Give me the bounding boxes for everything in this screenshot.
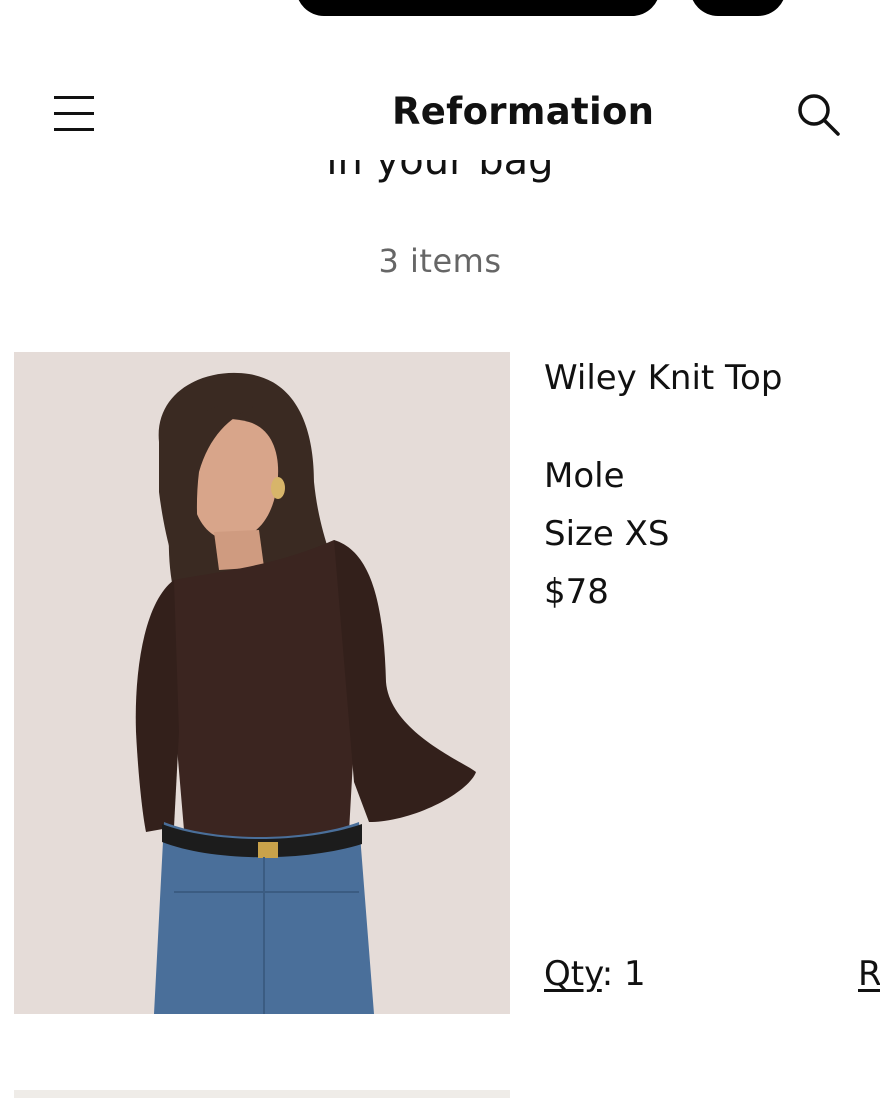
bag-heading: in your bag [326,160,554,184]
product-image[interactable] [14,352,510,1014]
bag-heading-container: in your bag [0,160,880,204]
quantity-value: : 1 [601,954,646,994]
quantity-selector[interactable]: Qty: 1 [544,954,646,994]
items-count: 3 items [378,242,502,280]
cart-page: Reformation in your bag 3 items Wiley Kn… [0,0,880,1098]
brand-name[interactable]: Reformation [392,90,654,133]
top-secondary-button[interactable] [690,0,786,16]
next-product-image[interactable] [14,1090,510,1098]
top-action-button[interactable] [296,0,660,16]
product-name[interactable]: Wiley Knit Top [544,358,782,398]
search-icon[interactable] [794,90,844,140]
site-header: Reformation [0,70,880,160]
quantity-label[interactable]: Qty [544,954,602,994]
product-size: Size XS [544,514,670,554]
menu-icon[interactable] [54,92,96,134]
remove-link[interactable]: R [858,954,880,994]
product-price: $78 [544,572,609,612]
product-color: Mole [544,456,625,496]
